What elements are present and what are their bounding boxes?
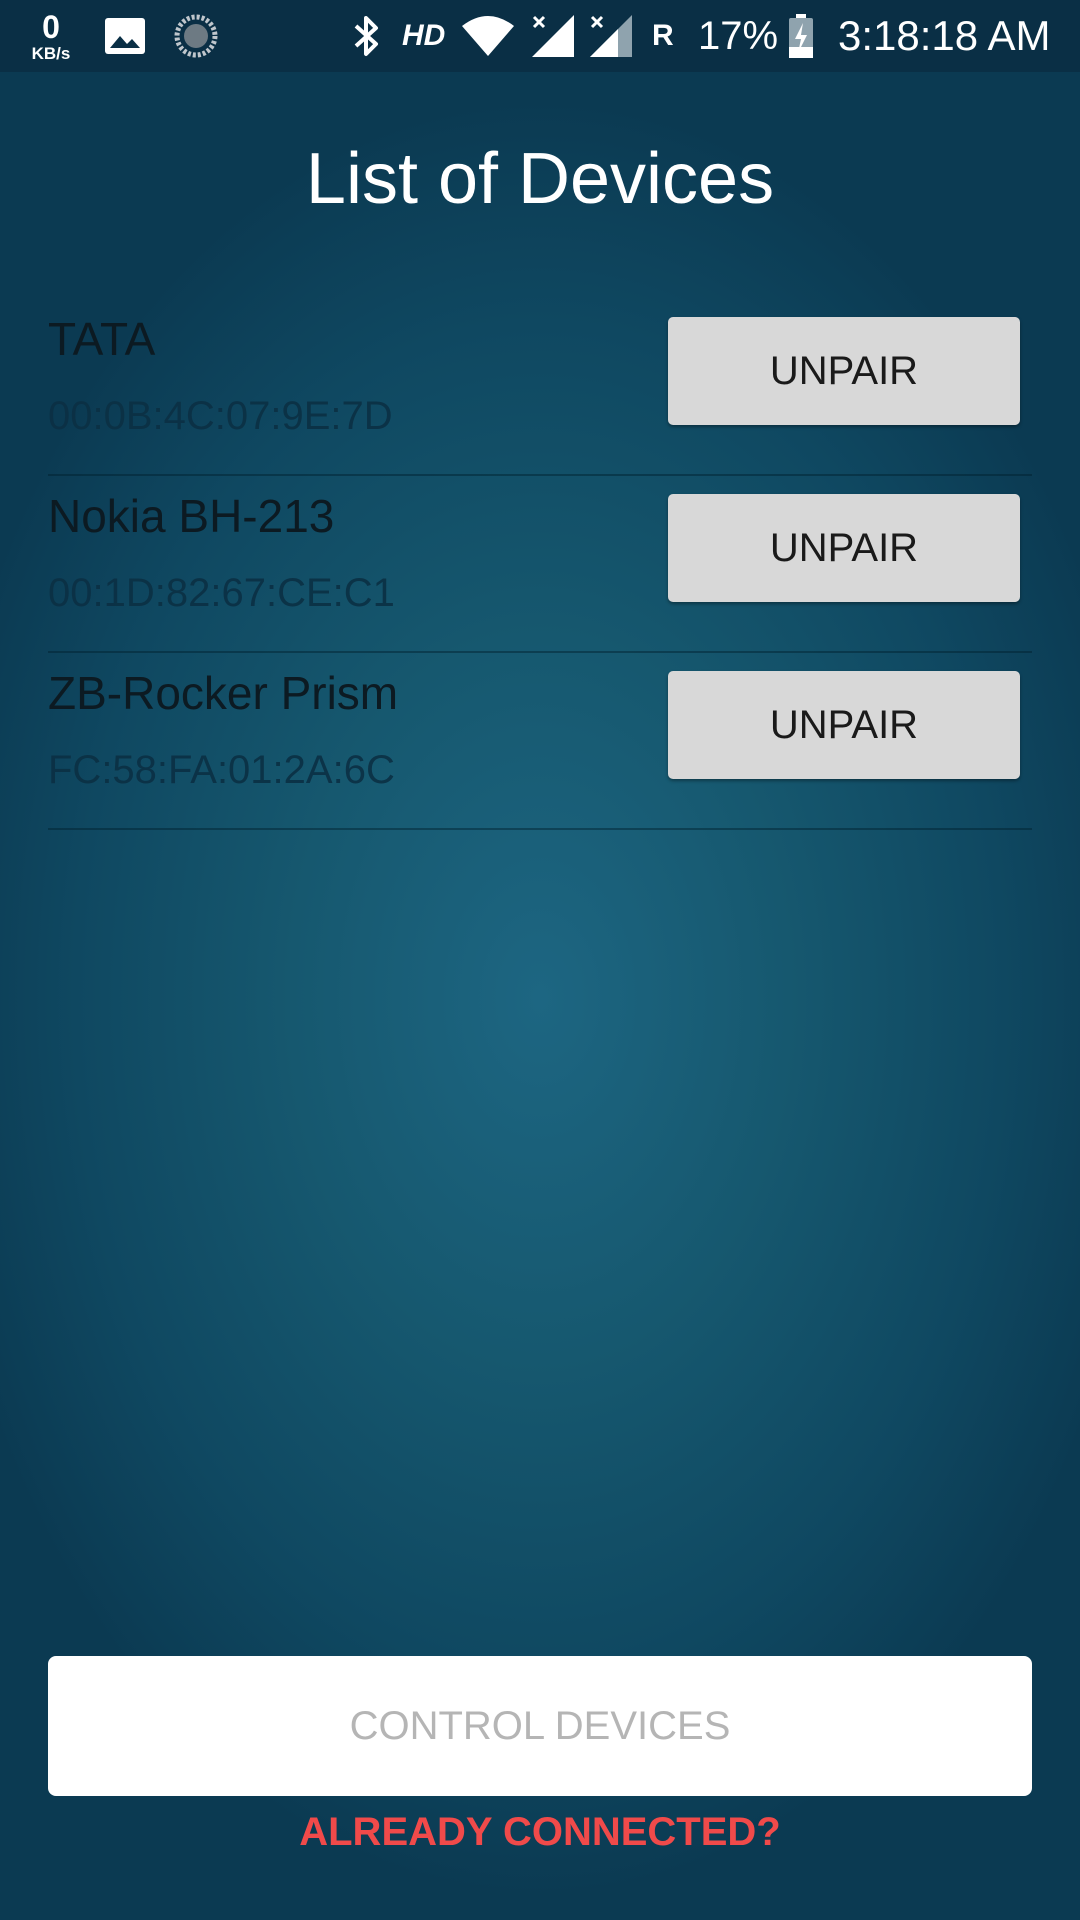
device-row: TATA 00:0B:4C:07:9E:7D UNPAIR — [48, 300, 1032, 476]
status-bar: 0 KB/s HD R 17% 3:18:18 AM — [0, 0, 1080, 72]
network-speed: 0 KB/s — [26, 0, 76, 72]
app-screen: 0 KB/s HD R 17% 3:18:18 AM List of Devic… — [0, 0, 1080, 1920]
bluetooth-icon — [352, 0, 382, 72]
signal-icon — [588, 0, 634, 72]
status-clock: 3:18:18 AM — [838, 12, 1051, 59]
device-row: Nokia BH-213 00:1D:82:67:CE:C1 UNPAIR — [48, 477, 1032, 653]
sync-icon — [174, 0, 218, 72]
gallery-icon — [104, 0, 146, 72]
device-mac-address: 00:1D:82:67:CE:C1 — [48, 571, 395, 615]
unpair-button[interactable]: UNPAIR — [668, 671, 1020, 779]
hd-voice-label: HD — [402, 19, 446, 52]
device-list: TATA 00:0B:4C:07:9E:7D UNPAIR Nokia BH-2… — [48, 300, 1032, 831]
unpair-button[interactable]: UNPAIR — [668, 494, 1020, 602]
unpair-button[interactable]: UNPAIR — [668, 317, 1020, 425]
network-speed-unit: KB/s — [31, 43, 71, 63]
already-connected-link[interactable]: ALREADY CONNECTED? — [0, 1810, 1080, 1855]
signal-icon — [530, 0, 576, 72]
page-title: List of Devices — [305, 139, 775, 219]
battery-percent: 17% — [698, 13, 779, 58]
roaming-label: R — [652, 19, 674, 52]
wifi-icon — [460, 0, 516, 72]
device-row: ZB-Rocker Prism FC:58:FA:01:2A:6C UNPAIR — [48, 654, 1032, 830]
device-name: TATA — [48, 313, 156, 365]
control-devices-button[interactable]: CONTROL DEVICES — [48, 1656, 1032, 1796]
network-speed-value: 0 — [42, 8, 60, 45]
battery-charging-icon — [788, 0, 814, 72]
device-mac-address: 00:0B:4C:07:9E:7D — [48, 394, 393, 438]
device-mac-address: FC:58:FA:01:2A:6C — [48, 748, 395, 792]
device-name: ZB-Rocker Prism — [48, 667, 399, 719]
device-name: Nokia BH-213 — [48, 490, 335, 542]
